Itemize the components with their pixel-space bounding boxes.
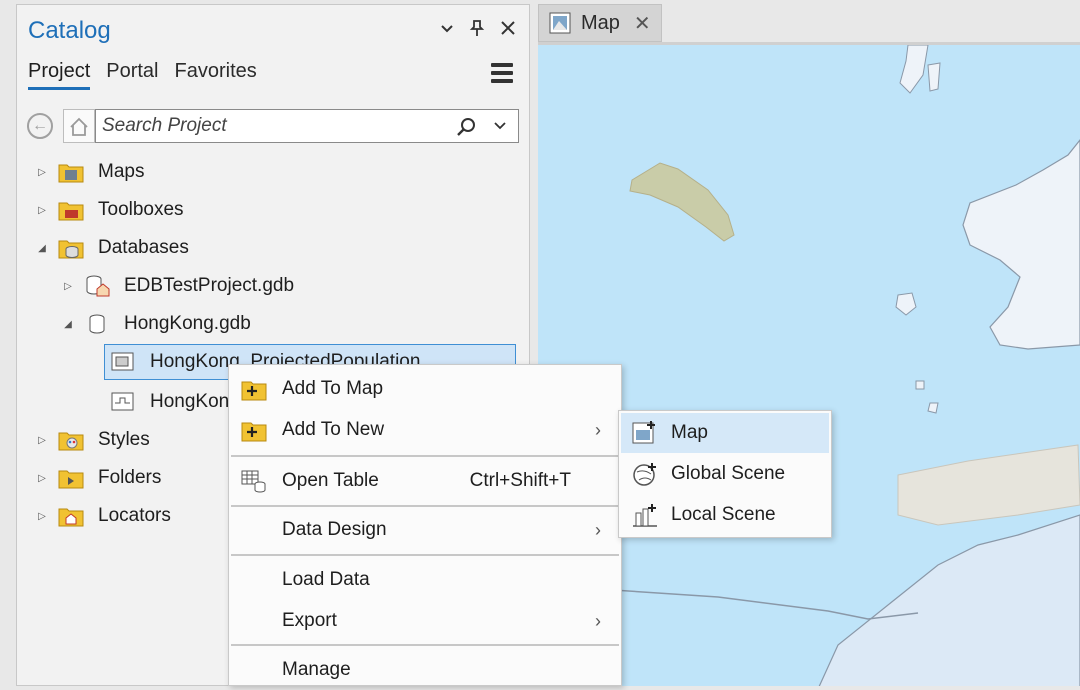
expand-arrow-icon[interactable]: ▷ — [36, 167, 48, 178]
map-tab-label: Map — [581, 11, 620, 34]
submenu-item-global-scene[interactable]: Global Scene — [621, 454, 829, 494]
menu-separator — [231, 554, 619, 556]
enterprise-geodatabase-icon — [86, 275, 110, 297]
submenu-item-map[interactable]: Map — [621, 413, 829, 453]
tree-item-label: Maps — [98, 161, 145, 182]
tree-item-databases[interactable]: ◢ Databases — [36, 230, 189, 266]
search-icon[interactable] — [456, 116, 478, 143]
local-scene-icon — [633, 504, 657, 527]
menu-icon[interactable] — [491, 63, 513, 87]
map-icon — [549, 12, 571, 34]
tree-item-label: EDBTestProject.gdb — [124, 275, 295, 296]
menu-item-load-data[interactable]: Load Data — [229, 560, 621, 600]
map-tab[interactable]: Map ✕ — [538, 4, 662, 42]
expand-arrow-icon[interactable]: ▷ — [36, 435, 48, 446]
global-scene-icon — [633, 463, 656, 486]
collapse-arrow-icon[interactable]: ◢ — [62, 319, 74, 330]
home-icon[interactable] — [63, 109, 95, 143]
pin-icon[interactable] — [469, 19, 485, 43]
table-icon — [241, 470, 266, 493]
tree-item-label: HongKong.gdb — [124, 313, 251, 334]
menu-separator — [231, 644, 619, 646]
close-icon[interactable] — [499, 19, 517, 43]
tab-favorites[interactable]: Favorites — [175, 60, 257, 90]
line-featureclass-icon — [111, 392, 134, 411]
tree-item-label: Styles — [98, 429, 150, 450]
new-map-icon — [632, 421, 655, 444]
polygon-featureclass-icon — [111, 352, 134, 371]
folder-icon — [58, 470, 84, 489]
menu-item-add-to-new[interactable]: Add To New › — [229, 410, 621, 450]
expand-arrow-icon[interactable]: ▷ — [36, 205, 48, 216]
menu-item-open-table[interactable]: Open Table Ctrl+Shift+T — [229, 461, 621, 501]
tree-item-label: Locators — [98, 505, 171, 526]
folder-toolbox-icon — [58, 202, 84, 221]
expand-arrow-icon[interactable]: ▷ — [36, 473, 48, 484]
expand-arrow-icon[interactable]: ▷ — [62, 281, 74, 292]
folder-styles-icon — [58, 432, 84, 451]
collapse-arrow-icon[interactable]: ◢ — [36, 243, 48, 254]
menu-item-data-design[interactable]: Data Design › — [229, 510, 621, 550]
chevron-right-icon: › — [595, 419, 601, 440]
submenu-item-local-scene[interactable]: Local Scene — [621, 495, 829, 535]
tree-item-label: Toolboxes — [98, 199, 184, 220]
chevron-right-icon: › — [595, 610, 601, 631]
tree-item-label: Databases — [98, 237, 189, 258]
menu-separator — [231, 455, 619, 457]
tree-item-maps[interactable]: ▷ Maps — [36, 154, 144, 190]
folder-maps-icon — [58, 164, 84, 183]
tree-item-styles[interactable]: ▷ Styles — [36, 422, 150, 458]
tree-item-folders[interactable]: ▷ Folders — [36, 460, 161, 496]
tab-project[interactable]: Project — [28, 60, 91, 90]
close-tab-icon[interactable]: ✕ — [634, 11, 651, 36]
catalog-title: Catalog — [28, 17, 111, 44]
menu-item-add-to-map[interactable]: Add To Map — [229, 369, 621, 409]
tab-portal[interactable]: Portal — [106, 60, 158, 90]
shortcut-text: Ctrl+Shift+T — [469, 470, 571, 491]
add-to-map-icon — [241, 381, 267, 401]
chevron-down-icon[interactable] — [439, 19, 455, 42]
back-arrow-icon[interactable]: ← — [27, 113, 53, 139]
tree-item-locators[interactable]: ▷ Locators — [36, 498, 171, 534]
search-box — [95, 109, 519, 143]
menu-item-manage[interactable]: Manage — [229, 650, 621, 690]
add-to-new-submenu: Map Global Scene Local Scene — [618, 410, 832, 538]
context-menu: Add To Map Add To New › Open Table Ctrl+… — [228, 364, 622, 686]
geodatabase-icon — [89, 314, 105, 334]
menu-separator — [231, 505, 619, 507]
search-input[interactable] — [102, 114, 442, 138]
folder-locators-icon — [58, 508, 84, 527]
tree-item-label: Folders — [98, 467, 162, 488]
add-to-new-icon — [241, 422, 267, 442]
chevron-right-icon: › — [595, 519, 601, 540]
dropdown-chevron-icon[interactable] — [492, 118, 508, 139]
tree-item-edbtestproject[interactable]: ▷ EDBTestProject.gdb — [62, 268, 294, 304]
tree-item-toolboxes[interactable]: ▷ Toolboxes — [36, 192, 184, 228]
folder-database-icon — [58, 240, 84, 259]
expand-arrow-icon[interactable]: ▷ — [36, 511, 48, 522]
menu-item-export[interactable]: Export › — [229, 601, 621, 641]
catalog-tabs: Project Portal Favorites — [28, 60, 257, 90]
tree-item-hongkong-gdb[interactable]: ◢ HongKong.gdb — [62, 306, 251, 342]
